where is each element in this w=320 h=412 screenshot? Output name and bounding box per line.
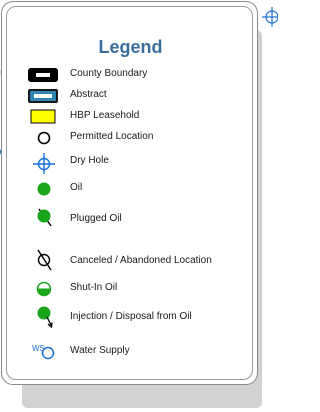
legend-item-label: Plugged Oil [70,213,122,224]
county-boundary-icon [28,68,58,82]
legend-item-label: Water Supply [70,345,130,356]
legend-item-label: Shut-In Oil [70,282,118,293]
legend-item-label: HBP Leasehold [70,110,140,121]
legend-panel: Legend County Boundary Abstract HBP Leas… [1,1,258,385]
injection-disposal-icon [37,306,53,329]
permitted-location-icon [37,131,51,145]
legend-item-label: Injection / Disposal from Oil [70,311,192,322]
legend-item-county-boundary: County Boundary [26,65,252,85]
legend-item-label: Abstract [70,89,107,100]
legend-item-label: Dry Hole [70,155,109,166]
legend-item-permitted-location: Permitted Location [26,128,252,148]
legend-item-abstract: Abstract [26,86,252,106]
canceled-location-icon [37,249,52,271]
dry-hole-icon [33,153,55,174]
legend-item-canceled-location: Canceled / Abandoned Location [26,249,252,272]
legend-item-label: Oil [70,182,83,193]
legend-title: Legend [98,37,163,57]
plugged-oil-icon [37,208,52,227]
legend-item-hbp-leasehold: HBP Leasehold [26,107,252,127]
abstract-icon [28,89,58,103]
legend-item-oil: Oil [26,179,252,199]
shut-in-oil-icon [36,281,52,297]
legend-item-dry-hole: Dry Hole [26,152,252,174]
legend-item-label: County Boundary [70,68,148,79]
legend-item-injection-disposal: Injection / Disposal from Oil [26,306,252,329]
legend-item-label: Permitted Location [70,131,154,142]
legend-item-water-supply: WS Water Supply [26,342,252,362]
water-supply-icon: WS [32,344,55,360]
hbp-leasehold-icon [30,109,56,124]
oil-icon [37,182,51,196]
legend-item-label: Canceled / Abandoned Location [70,255,212,266]
legend-item-shut-in-oil: Shut-In Oil [26,279,252,299]
legend-item-plugged-oil: Plugged Oil [26,208,252,230]
